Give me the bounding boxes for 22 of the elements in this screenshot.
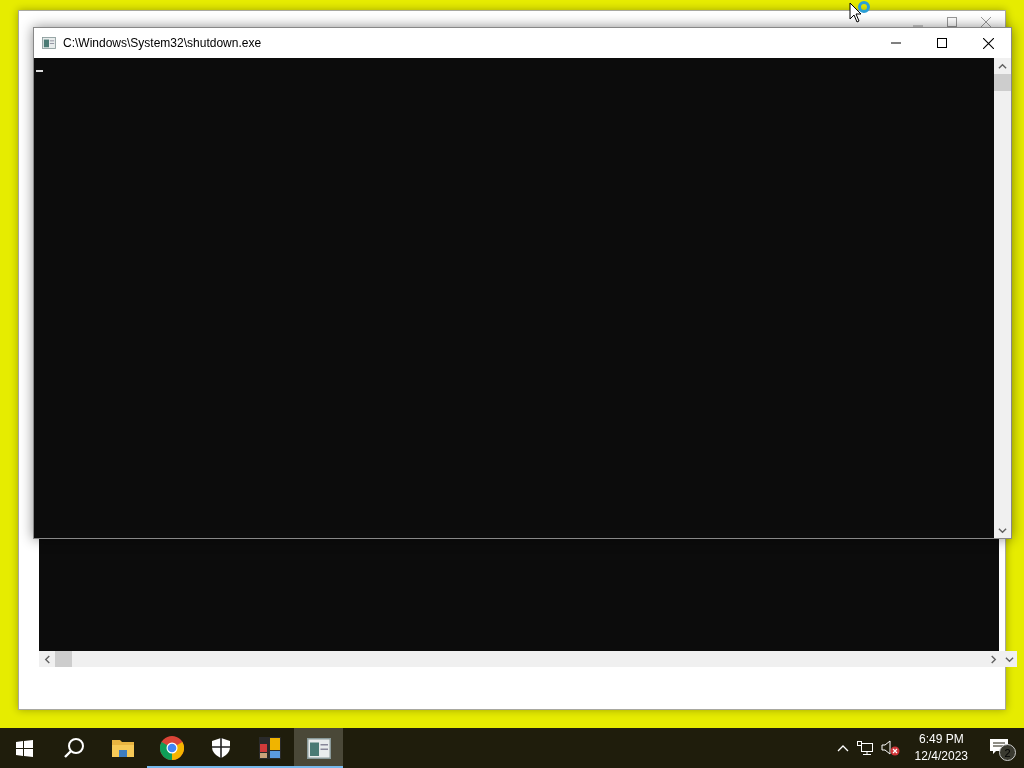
window-title: C:\Windows\System32\shutdown.exe [63,36,263,50]
maximize-icon[interactable] [947,17,957,27]
scrollbar-thumb[interactable] [55,651,72,667]
chrome-icon [159,736,184,760]
maximize-icon [937,38,947,48]
search-icon [62,737,85,759]
windows-logo-icon [16,739,33,757]
vertical-scrollbar[interactable] [994,58,1011,538]
close-icon[interactable] [981,17,991,27]
clock[interactable]: 6:49 PM 12/4/2023 [908,731,974,765]
speaker-muted-icon[interactable] [880,740,901,756]
scrollbar-thumb[interactable] [994,74,1011,91]
folder-icon [111,738,134,758]
taskbar-app-button[interactable] [294,728,343,768]
console-icon [42,37,56,49]
chevron-up-icon[interactable] [836,744,849,752]
close-icon [982,37,994,49]
horizontal-scrollbar[interactable] [39,651,1017,667]
tiles-icon [258,737,281,759]
console-icon [306,737,331,759]
network-icon[interactable] [856,740,873,756]
shield-icon [211,738,230,758]
